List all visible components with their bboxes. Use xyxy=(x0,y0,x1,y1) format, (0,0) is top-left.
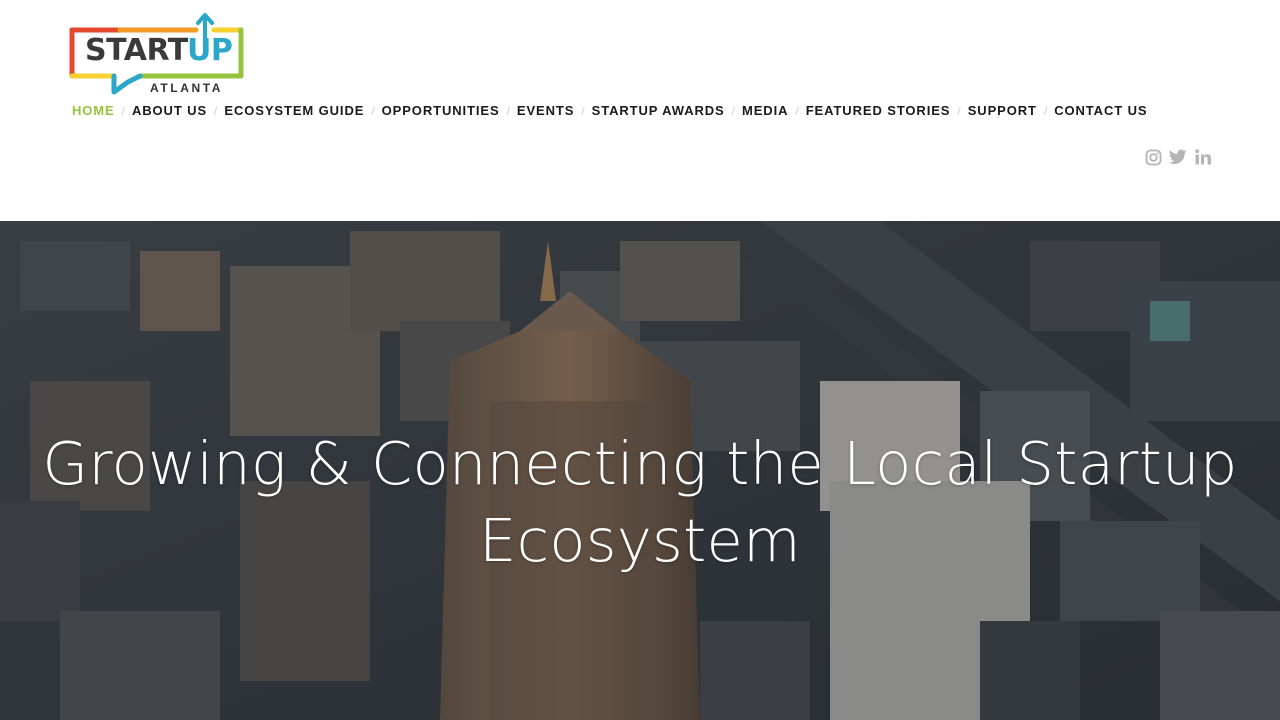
twitter-icon xyxy=(1169,149,1187,165)
nav-separator: / xyxy=(795,104,799,118)
nav-featured-stories[interactable]: FEATURED STORIES xyxy=(806,102,951,120)
twitter-link[interactable] xyxy=(1169,148,1187,166)
nav-ecosystem-guide[interactable]: ECOSYSTEM GUIDE xyxy=(224,102,364,120)
hero-banner: Growing & Connecting the Local Startup E… xyxy=(0,221,1280,720)
linkedin-icon xyxy=(1195,149,1211,165)
main-navigation: HOME / ABOUT US / ECOSYSTEM GUIDE / OPPO… xyxy=(72,102,1147,120)
nav-separator: / xyxy=(1043,104,1048,118)
startup-atlanta-logo[interactable]: START UP ATLANTA xyxy=(68,12,246,98)
nav-opportunities[interactable]: OPPORTUNITIES xyxy=(382,102,500,120)
nav-contact-us[interactable]: CONTACT US xyxy=(1054,102,1147,120)
site-header: START UP ATLANTA HOME / ABOUT US / ECOSY… xyxy=(0,0,1280,221)
nav-separator: / xyxy=(957,104,961,118)
logo-wordmark-start: START xyxy=(85,33,188,68)
nav-separator: / xyxy=(214,104,218,118)
nav-separator: / xyxy=(506,104,510,118)
nav-events[interactable]: EVENTS xyxy=(517,102,574,120)
nav-separator: / xyxy=(581,104,585,118)
nav-home[interactable]: HOME xyxy=(72,102,115,120)
nav-separator: / xyxy=(731,104,735,118)
nav-separator: / xyxy=(121,104,125,118)
nav-separator: / xyxy=(371,104,375,118)
instagram-link[interactable] xyxy=(1144,148,1162,166)
nav-support[interactable]: SUPPORT xyxy=(968,102,1037,120)
nav-media[interactable]: MEDIA xyxy=(742,102,788,120)
logo-wordmark-up: UP xyxy=(187,33,233,68)
logo-city-name: ATLANTA xyxy=(150,81,224,95)
social-links xyxy=(1144,147,1212,167)
linkedin-link[interactable] xyxy=(1194,148,1212,166)
nav-about-us[interactable]: ABOUT US xyxy=(132,102,207,120)
hero-title: Growing & Connecting the Local Startup E… xyxy=(42,429,1238,575)
nav-startup-awards[interactable]: STARTUP AWARDS xyxy=(592,102,725,120)
instagram-icon xyxy=(1145,149,1161,165)
